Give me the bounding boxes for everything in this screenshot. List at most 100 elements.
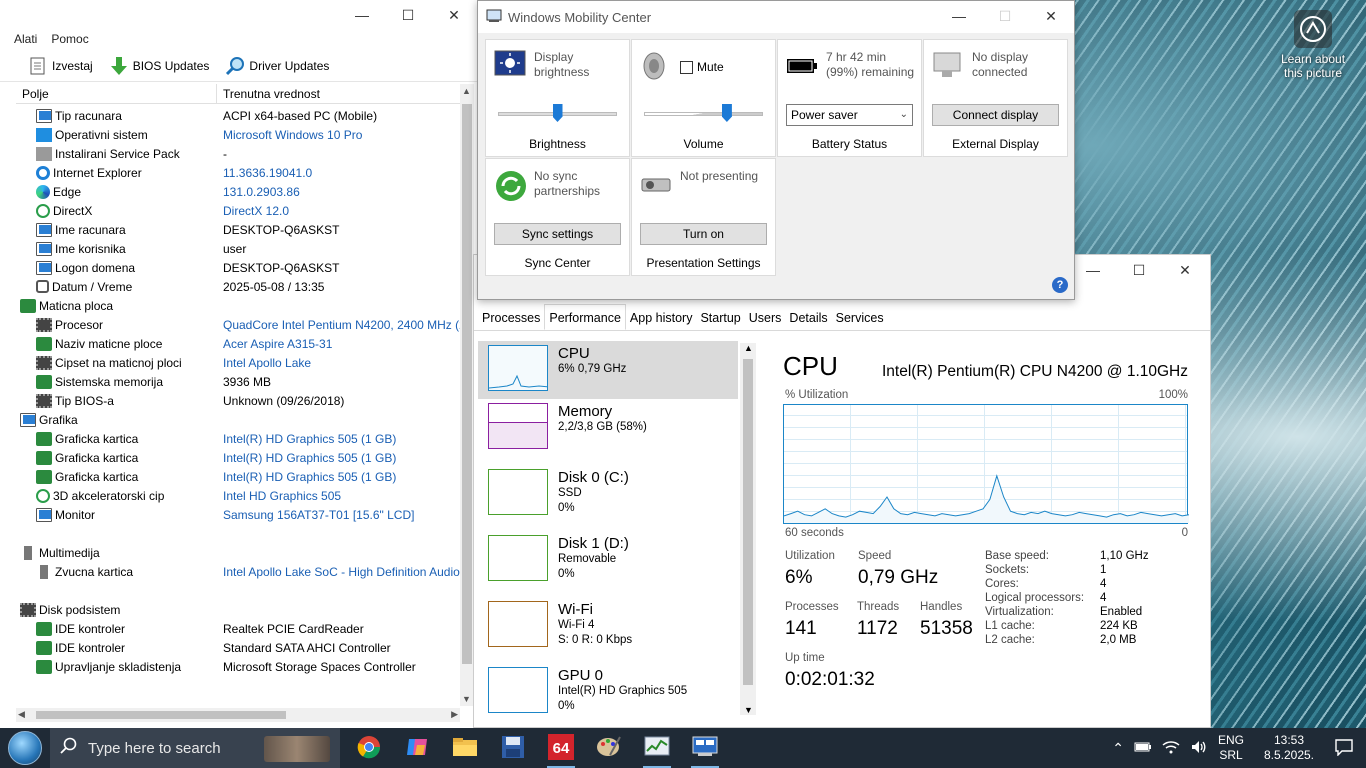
tab-startup[interactable]: Startup — [696, 307, 744, 330]
chrome-app[interactable] — [345, 728, 393, 768]
info-row[interactable]: Monitor Samsung 156AT37-T01 [15.6" LCD] — [16, 505, 460, 524]
turn-on-button[interactable]: Turn on — [640, 223, 767, 245]
tab-processes[interactable]: Processes — [478, 307, 544, 330]
info-row[interactable]: Zvucna kartica Intel Apollo Lake SoC - Hi… — [16, 562, 460, 581]
volume-knob[interactable] — [721, 104, 732, 122]
info-row[interactable]: Datum / Vreme 2025-05-08 / 13:35 — [16, 277, 460, 296]
group-header[interactable]: Maticna ploca — [16, 296, 460, 315]
info-row[interactable]: IDE kontroler Realtek PCIE CardReader — [16, 619, 460, 638]
info-row[interactable]: Upravljanje skladistenja Microsoft Storag… — [16, 657, 460, 676]
value-cell[interactable]: Samsung 156AT37-T01 [15.6" LCD] — [217, 508, 460, 522]
minimize-icon[interactable]: — — [936, 1, 982, 31]
resource-item[interactable]: Disk 1 (D:) Removable 0% — [478, 531, 738, 597]
clock[interactable]: 13:53 8.5.2025. — [1254, 733, 1324, 763]
group-header[interactable]: Grafika — [16, 410, 460, 429]
bios-updates-button[interactable]: BIOS Updates — [103, 54, 216, 78]
tab-services[interactable]: Services — [832, 307, 888, 330]
info-row[interactable]: Tip racunara ACPI x64-based PC (Mobile) — [16, 106, 460, 125]
brightness-slider[interactable] — [498, 104, 617, 122]
search-box[interactable]: Type here to search — [50, 728, 340, 768]
resource-item[interactable]: Memory 2,2/3,8 GB (58%) — [478, 399, 738, 465]
column-value[interactable]: Trenutna vrednost — [217, 84, 460, 103]
value-cell[interactable]: Acer Aspire A315-31 — [217, 337, 460, 351]
value-cell[interactable]: Intel(R) HD Graphics 505 (1 GB) — [217, 470, 460, 484]
info-row[interactable]: Ime korisnika user — [16, 239, 460, 258]
group-header[interactable]: Multimedija — [16, 543, 460, 562]
info-row[interactable]: DirectX DirectX 12.0 — [16, 201, 460, 220]
info-row[interactable]: Cipset na maticnoj ploci Intel Apollo Lak… — [16, 353, 460, 372]
driver-updates-button[interactable]: Driver Updates — [219, 54, 335, 78]
value-cell[interactable]: Intel(R) HD Graphics 505 (1 GB) — [217, 451, 460, 465]
value-cell[interactable]: Intel HD Graphics 505 — [217, 489, 460, 503]
info-row[interactable]: Sistemska memorija 3936 MB — [16, 372, 460, 391]
maximize-icon[interactable]: ☐ — [385, 0, 431, 30]
resource-item[interactable]: GPU 0 Intel(R) HD Graphics 505 0% — [478, 663, 738, 721]
connect-display-button[interactable]: Connect display — [932, 104, 1059, 126]
resource-item[interactable]: Disk 0 (C:) SSD 0% — [478, 465, 738, 531]
notifications-icon[interactable] — [1334, 738, 1354, 759]
paint-app[interactable] — [585, 728, 633, 768]
maximize-icon[interactable]: ☐ — [1116, 255, 1162, 285]
minimize-icon[interactable]: — — [1070, 255, 1116, 285]
menu-help[interactable]: Pomoc — [51, 32, 88, 50]
scroll-thumb[interactable] — [743, 359, 753, 685]
info-row[interactable]: Internet Explorer 11.3636.19041.0 — [16, 163, 460, 182]
info-row[interactable]: Graficka kartica Intel(R) HD Graphics 505… — [16, 467, 460, 486]
save-app[interactable] — [489, 728, 537, 768]
scroll-thumb[interactable] — [462, 104, 472, 664]
info-row[interactable]: Ime racunara DESKTOP-Q6ASKST — [16, 220, 460, 239]
minimize-icon[interactable]: — — [339, 0, 385, 30]
scroll-left-icon[interactable]: ◀ — [18, 709, 25, 720]
tab-app-history[interactable]: App history — [626, 307, 697, 330]
info-row[interactable]: Operativni sistem Microsoft Windows 10 Pr… — [16, 125, 460, 144]
task-manager-app[interactable] — [633, 728, 681, 768]
resource-item[interactable]: CPU 6% 0,79 GHz — [478, 341, 738, 399]
info-row[interactable]: Graficka kartica Intel(R) HD Graphics 505… — [16, 429, 460, 448]
info-row[interactable]: 3D akceleratorski cip Intel HD Graphics 5… — [16, 486, 460, 505]
scroll-down-icon[interactable]: ▼ — [744, 705, 753, 715]
hscroll-thumb[interactable] — [36, 711, 286, 719]
value-cell[interactable]: Microsoft Windows 10 Pro — [217, 128, 460, 142]
resource-item[interactable]: Wi-Fi Wi-Fi 4 S: 0 R: 0 Kbps — [478, 597, 738, 663]
sync-settings-button[interactable]: Sync settings — [494, 223, 621, 245]
value-cell[interactable]: Intel Apollo Lake — [217, 356, 460, 370]
tab-performance[interactable]: Performance — [544, 304, 626, 330]
wifi-icon[interactable] — [1162, 739, 1180, 758]
info-row[interactable]: Edge 131.0.2903.86 — [16, 182, 460, 201]
close-icon[interactable]: ✕ — [431, 0, 477, 30]
close-icon[interactable]: ✕ — [1162, 255, 1208, 285]
help-icon[interactable]: ? — [1052, 277, 1068, 293]
group-header[interactable] — [16, 524, 460, 543]
menu-tools[interactable]: Alati — [14, 32, 37, 50]
mute-checkbox[interactable] — [680, 60, 693, 74]
info-row[interactable]: Tip BIOS-a Unknown (09/26/2018) — [16, 391, 460, 410]
info-row[interactable]: IDE kontroler Standard SATA AHCI Controll… — [16, 638, 460, 657]
tab-details[interactable]: Details — [785, 307, 831, 330]
chevron-up-icon[interactable]: ⌃ — [1112, 740, 1124, 757]
group-header[interactable]: Disk podsistem — [16, 600, 460, 619]
start-button[interactable] — [0, 728, 50, 768]
scroll-up-icon[interactable]: ▲ — [462, 86, 471, 96]
info-row[interactable]: Logon domena DESKTOP-Q6ASKST — [16, 258, 460, 277]
info-row[interactable]: Graficka kartica Intel(R) HD Graphics 505… — [16, 448, 460, 467]
battery-icon[interactable] — [1134, 741, 1152, 756]
volume-icon[interactable] — [1190, 739, 1208, 758]
brightness-knob[interactable] — [552, 104, 563, 122]
info-row[interactable]: Procesor QuadCore Intel Pentium N4200, 24… — [16, 315, 460, 334]
value-cell[interactable]: QuadCore Intel Pentium N4200, 2400 MHz (… — [217, 318, 460, 332]
info-row[interactable]: Instalirani Service Pack - — [16, 144, 460, 163]
value-cell[interactable]: Intel(R) HD Graphics 505 (1 GB) — [217, 432, 460, 446]
value-cell[interactable]: 11.3636.19041.0 — [217, 166, 460, 180]
tab-users[interactable]: Users — [745, 307, 786, 330]
value-cell[interactable]: DirectX 12.0 — [217, 204, 460, 218]
vertical-scrollbar[interactable]: ▲ ▼ — [460, 84, 474, 706]
language-indicator[interactable]: ENG SRL — [1218, 733, 1244, 763]
value-cell[interactable]: 131.0.2903.86 — [217, 185, 460, 199]
horizontal-scrollbar[interactable]: ◀ ▶ — [16, 708, 460, 722]
scroll-down-icon[interactable]: ▼ — [462, 694, 471, 704]
learn-about-picture[interactable]: Learn about this picture — [1278, 10, 1348, 80]
column-field[interactable]: Polje — [16, 84, 217, 103]
close-icon[interactable]: ✕ — [1028, 1, 1074, 31]
mobility-center-app[interactable] — [681, 728, 729, 768]
info-row[interactable]: Naziv maticne ploce Acer Aspire A315-31 — [16, 334, 460, 353]
